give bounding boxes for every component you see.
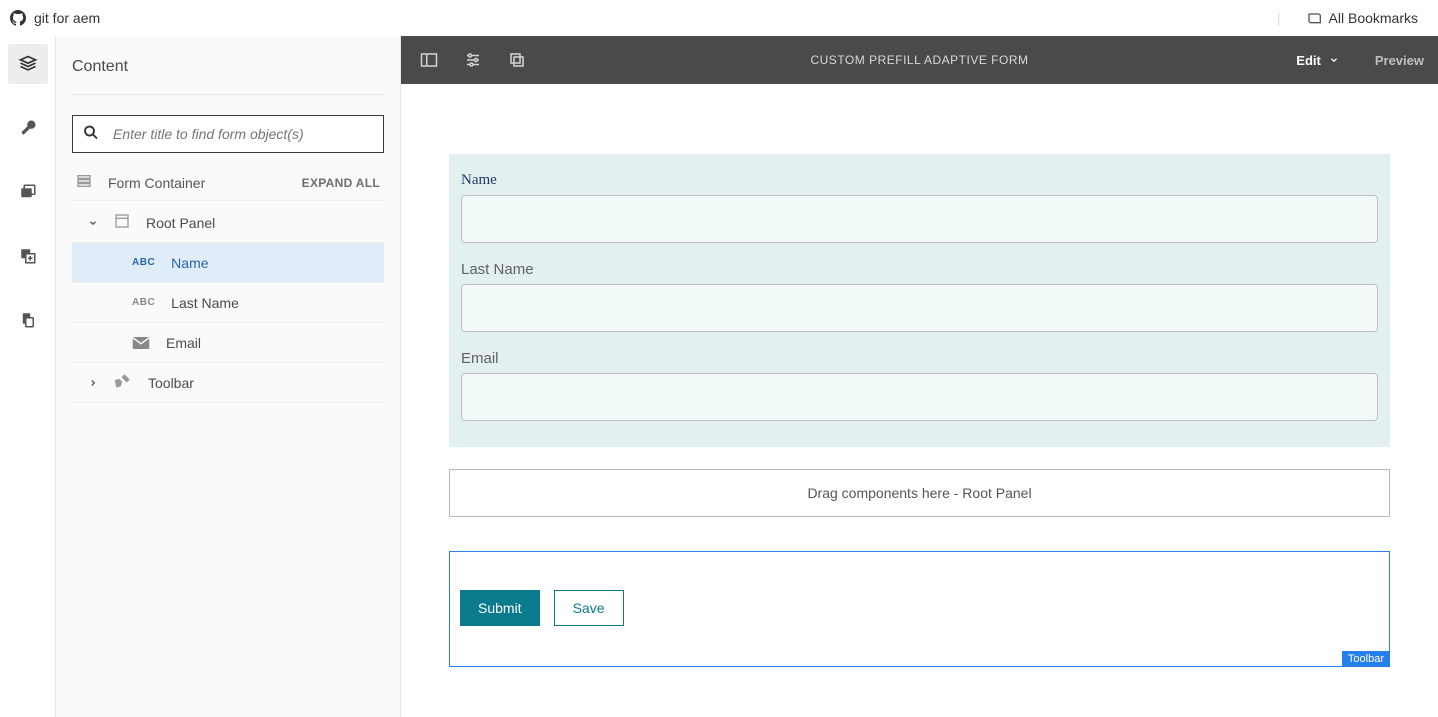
browser-topbar: git for aem | All Bookmarks bbox=[0, 0, 1438, 36]
tree-item-email[interactable]: Email bbox=[72, 323, 384, 363]
rail-content-icon[interactable] bbox=[8, 44, 48, 84]
toolbar-container[interactable]: Submit Save Toolbar bbox=[449, 551, 1390, 667]
separator: | bbox=[1277, 10, 1281, 26]
text-field-icon: ABC bbox=[132, 297, 155, 308]
bookmark-tab-title[interactable]: git for aem bbox=[34, 10, 100, 26]
tree-item-root-panel[interactable]: Root Panel bbox=[72, 203, 384, 243]
mode-edit-button[interactable]: Edit bbox=[1296, 53, 1339, 68]
form-container-label[interactable]: Form Container bbox=[108, 175, 205, 191]
tree-label: Name bbox=[171, 255, 208, 271]
tree-item-last-name[interactable]: ABC Last Name bbox=[72, 283, 384, 323]
copy-icon[interactable] bbox=[497, 40, 537, 80]
search-input[interactable] bbox=[72, 115, 384, 153]
email-input[interactable] bbox=[461, 373, 1378, 421]
all-bookmarks-label: All Bookmarks bbox=[1329, 10, 1418, 26]
chevron-down-icon bbox=[88, 215, 98, 231]
drop-zone-root-panel[interactable]: Drag components here - Root Panel bbox=[449, 469, 1390, 517]
submit-button[interactable]: Submit bbox=[460, 590, 540, 626]
text-field-icon: ABC bbox=[132, 257, 155, 268]
tree-label: Email bbox=[166, 335, 201, 351]
selection-tag: Toolbar bbox=[1342, 651, 1390, 667]
rail-wrench-icon[interactable] bbox=[8, 108, 48, 148]
name-input[interactable] bbox=[461, 195, 1378, 243]
panel-icon bbox=[114, 213, 130, 232]
github-icon bbox=[10, 10, 26, 26]
tree-label: Root Panel bbox=[146, 215, 215, 231]
rail-add-icon[interactable] bbox=[8, 236, 48, 276]
field-label-email: Email bbox=[461, 350, 1378, 367]
tree-label: Toolbar bbox=[148, 375, 194, 391]
sliders-icon[interactable] bbox=[453, 40, 493, 80]
left-rail bbox=[0, 36, 56, 717]
content-panel: Content Form Container EXPAND ALL bbox=[56, 36, 401, 717]
email-icon bbox=[132, 336, 150, 350]
tools-icon bbox=[114, 372, 132, 393]
chevron-right-icon bbox=[88, 375, 98, 391]
tree-item-toolbar[interactable]: Toolbar bbox=[72, 363, 384, 403]
edit-label: Edit bbox=[1296, 53, 1321, 68]
rail-paste-icon[interactable] bbox=[8, 300, 48, 340]
drop-zone-label: Drag components here - Root Panel bbox=[807, 485, 1031, 501]
page-title: CUSTOM PREFILL ADAPTIVE FORM bbox=[810, 53, 1028, 67]
save-button[interactable]: Save bbox=[554, 590, 624, 626]
editor-toolbar: CUSTOM PREFILL ADAPTIVE FORM Edit Previe… bbox=[401, 36, 1438, 84]
tree-item-name[interactable]: ABC Name bbox=[72, 243, 384, 283]
lastname-input[interactable] bbox=[461, 284, 1378, 332]
field-label-lastname: Last Name bbox=[461, 261, 1378, 278]
form-fields-container: Name Last Name Email bbox=[449, 154, 1390, 447]
tree-label: Last Name bbox=[171, 295, 239, 311]
preview-button[interactable]: Preview bbox=[1375, 53, 1424, 68]
expand-all-button[interactable]: EXPAND ALL bbox=[302, 176, 380, 190]
form-container-icon bbox=[76, 173, 92, 192]
panel-title: Content bbox=[72, 36, 384, 95]
rail-asset-icon[interactable] bbox=[8, 172, 48, 212]
field-label-name: Name bbox=[461, 172, 1378, 189]
side-panel-toggle-icon[interactable] bbox=[409, 40, 449, 80]
all-bookmarks-button[interactable]: All Bookmarks bbox=[1307, 10, 1418, 26]
search-icon bbox=[82, 124, 100, 145]
